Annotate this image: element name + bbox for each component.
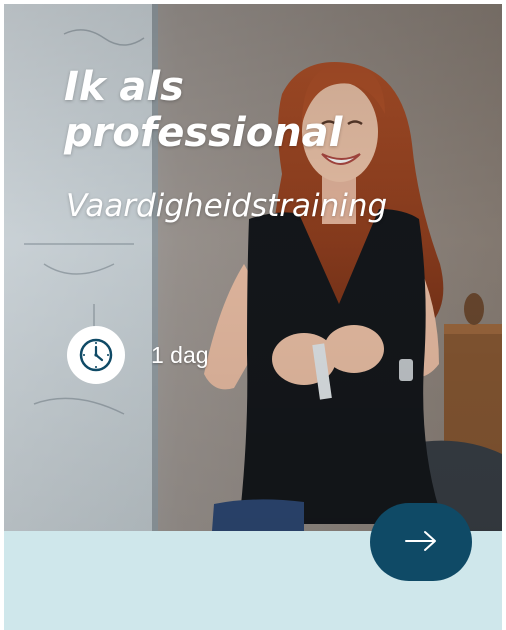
arrow-right-icon (404, 530, 438, 555)
duration-label: 1 dag (151, 341, 209, 368)
course-title: Ik als professional (64, 64, 343, 156)
next-button[interactable] (370, 503, 472, 581)
course-subtitle: Vaardigheidstraining (66, 188, 388, 224)
course-card[interactable]: Ik als professional Vaardigheidstraining (4, 4, 502, 630)
clock-icon (67, 326, 125, 384)
hero-photo: Ik als professional Vaardigheidstraining (4, 4, 502, 531)
course-duration: 1 dag (67, 326, 209, 384)
